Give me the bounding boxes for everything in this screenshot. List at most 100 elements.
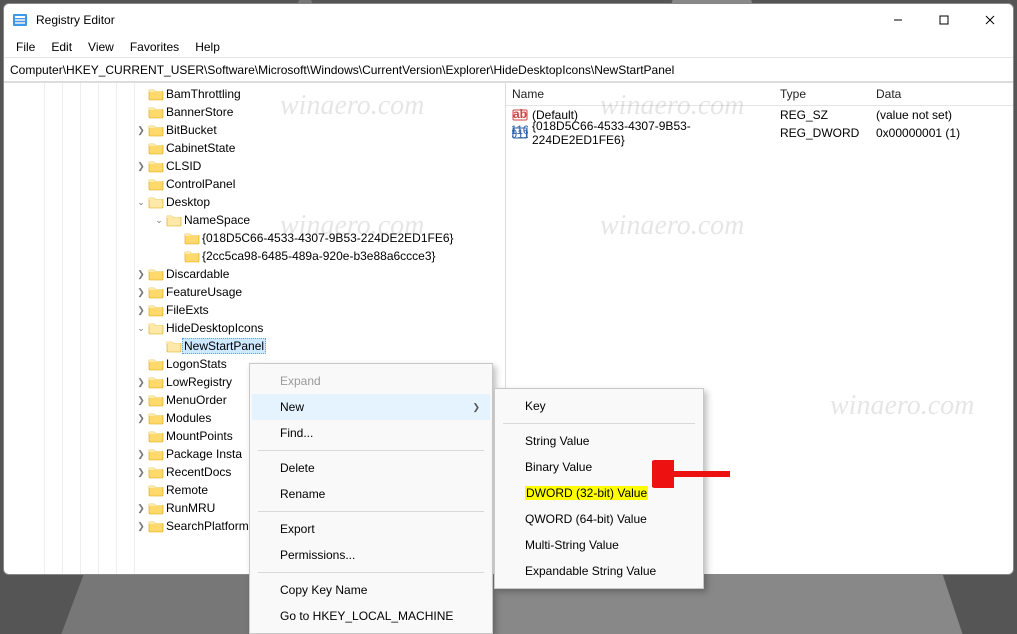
tree-item[interactable]: CabinetState [4,139,505,157]
twisty-icon[interactable]: ❯ [134,269,148,280]
context-item[interactable]: String Value [497,428,701,454]
tree-item-label: LogonStats [164,357,229,371]
context-item[interactable]: Find... [252,420,490,446]
tree-item-label: Remote [164,483,210,497]
twisty-icon[interactable]: ❯ [134,521,148,532]
value-data: 0x00000001 (1) [876,126,1007,140]
close-button[interactable] [967,4,1013,36]
twisty-icon[interactable]: ❯ [134,413,148,424]
minimize-button[interactable] [875,4,921,36]
tree-item[interactable]: BamThrottling [4,85,505,103]
tree-item[interactable]: BannerStore [4,103,505,121]
context-separator [503,423,695,424]
header-type[interactable]: Type [780,87,876,101]
context-separator [258,450,484,451]
tree-item-label: LowRegistry [164,375,234,389]
context-item-label: Multi-String Value [525,538,619,552]
twisty-icon[interactable]: ❯ [134,125,148,136]
header-name[interactable]: Name [512,87,780,101]
twisty-icon[interactable]: ❯ [134,503,148,514]
tree-item-label: SearchPlatform [164,519,251,533]
value-icon: ab [512,107,528,123]
context-item-label: DWORD (32-bit) Value [525,486,648,500]
tree-item[interactable]: {2cc5ca98-6485-489a-920e-b3e88a6ccce3} [4,247,505,265]
twisty-icon[interactable]: ⌄ [134,323,148,334]
context-item-label: Binary Value [525,460,592,474]
menu-favorites[interactable]: Favorites [122,38,187,56]
context-item[interactable]: Permissions... [252,542,490,568]
context-item[interactable]: Copy Key Name [252,577,490,603]
context-item[interactable]: Go to HKEY_LOCAL_MACHINE [252,603,490,629]
twisty-icon[interactable]: ❯ [134,377,148,388]
tree-item[interactable]: ❯Discardable [4,265,505,283]
twisty-icon[interactable]: ❯ [134,449,148,460]
svg-text:ab: ab [513,107,527,121]
context-item-label: Delete [280,461,315,475]
value-type: REG_SZ [780,108,876,122]
tree-item-label: FileExts [164,303,211,317]
context-item[interactable]: Export [252,516,490,542]
tree-item-label: MenuOrder [164,393,229,407]
context-item[interactable]: Rename [252,481,490,507]
menu-file[interactable]: File [8,38,43,56]
tree-item-label: Desktop [164,195,212,209]
twisty-icon[interactable]: ❯ [134,161,148,172]
tree-item[interactable]: {018D5C66-4533-4307-9B53-224DE2ED1FE6} [4,229,505,247]
context-item[interactable]: Delete [252,455,490,481]
menu-help[interactable]: Help [187,38,228,56]
tree-item-label: CLSID [164,159,203,173]
menubar: File Edit View Favorites Help [4,36,1013,58]
context-menu[interactable]: Expand New❯ Find... Delete Rename Export Permi… [249,363,493,634]
context-submenu-new[interactable]: Key String Value Binary Value DWORD (32-bit… [494,388,704,589]
values-header: Name Type Data [506,83,1013,106]
tree-item-label: BannerStore [164,105,235,119]
context-item-label: Permissions... [280,548,355,562]
context-item[interactable]: Key [497,393,701,419]
header-data[interactable]: Data [876,87,1007,101]
tree-item[interactable]: ❯BitBucket [4,121,505,139]
tree-item-label: BamThrottling [164,87,243,101]
context-separator [258,511,484,512]
context-item-label: String Value [525,434,589,448]
tree-item[interactable]: ⌄NameSpace [4,211,505,229]
submenu-arrow-icon: ❯ [472,402,480,413]
value-icon: 110011 [512,125,528,141]
twisty-icon[interactable]: ❯ [134,395,148,406]
twisty-icon[interactable]: ⌄ [134,197,148,208]
maximize-button[interactable] [921,4,967,36]
twisty-icon[interactable]: ❯ [134,467,148,478]
twisty-icon[interactable]: ❯ [134,305,148,316]
tree-item-label: ControlPanel [164,177,237,191]
menu-edit[interactable]: Edit [43,38,80,56]
twisty-icon[interactable]: ❯ [134,287,148,298]
context-item-label: Expandable String Value [525,564,656,578]
addressbar[interactable]: Computer\HKEY_CURRENT_USER\Software\Micr… [4,58,1013,82]
tree-item-label: FeatureUsage [164,285,244,299]
context-item[interactable]: QWORD (64-bit) Value [497,506,701,532]
context-item[interactable]: New❯ [252,394,490,420]
value-name: {018D5C66-4533-4307-9B53-224DE2ED1FE6} [532,119,780,147]
context-item-label: Expand [280,374,321,388]
tree-item-label: Modules [164,411,213,425]
context-item[interactable]: Expandable String Value [497,558,701,584]
context-item-label: Copy Key Name [280,583,367,597]
context-item-label: Rename [280,487,325,501]
tree-item-label: Package Insta [164,447,244,461]
tree-item[interactable]: ⌄ Desktop [4,193,505,211]
titlebar[interactable]: Registry Editor [4,4,1013,36]
context-separator [258,572,484,573]
tree-item[interactable]: ❯ CLSID [4,157,505,175]
value-type: REG_DWORD [780,126,876,140]
context-item[interactable]: Multi-String Value [497,532,701,558]
menu-view[interactable]: View [80,38,122,56]
tree-item[interactable]: NewStartPanel [4,337,505,355]
tree-item[interactable]: ❯ FileExts [4,301,505,319]
window-title: Registry Editor [36,13,875,27]
value-row[interactable]: 110011{018D5C66-4533-4307-9B53-224DE2ED1… [506,124,1013,142]
tree-item[interactable]: ❯ FeatureUsage [4,283,505,301]
twisty-icon[interactable]: ⌄ [152,215,166,226]
tree-item-label: {2cc5ca98-6485-489a-920e-b3e88a6ccce3} [200,249,438,263]
context-item-label: Find... [280,426,313,440]
tree-item[interactable]: ControlPanel [4,175,505,193]
tree-item[interactable]: ⌄HideDesktopIcons [4,319,505,337]
